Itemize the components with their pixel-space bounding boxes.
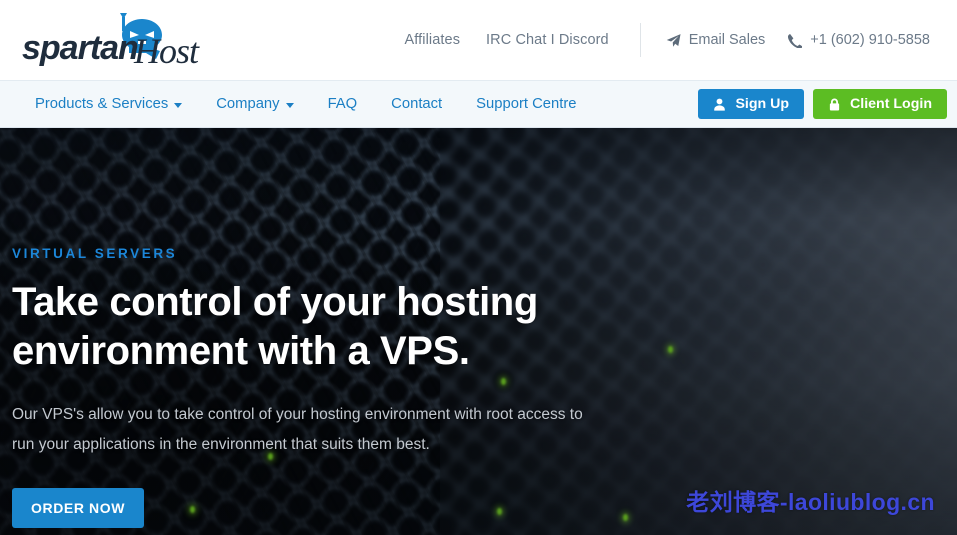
chevron-down-icon	[174, 103, 183, 108]
hero-subtitle: Our VPS's allow you to take control of y…	[12, 406, 583, 453]
phone-icon	[787, 33, 803, 48]
sign-up-button[interactable]: Sign Up	[698, 89, 805, 119]
nav-item-products-services[interactable]: Products & Services	[18, 81, 199, 127]
nav-item-label: Support Centre	[476, 96, 577, 112]
top-bar-divider	[639, 23, 641, 57]
hero-eyebrow: VIRTUAL SERVERS	[12, 246, 178, 261]
watermark: 老刘博客-laoliublog.cn	[686, 489, 935, 515]
hero-content: VIRTUAL SERVERS Take control of your hos…	[12, 128, 652, 535]
nav-item-label: Contact	[391, 96, 443, 112]
nav-action-buttons: Sign Up Client Login	[698, 89, 947, 119]
nav-item-support-centre[interactable]: Support Centre	[459, 81, 593, 127]
order-now-button[interactable]: ORDER NOW	[12, 488, 145, 528]
nav-item-contact[interactable]: Contact	[374, 81, 459, 127]
hero-banner: VIRTUAL SERVERS Take control of your hos…	[0, 128, 957, 535]
top-link-irc-chat-discord[interactable]: IRC Chat I Discord	[473, 32, 622, 48]
nav-item-label: Products & Services	[35, 96, 169, 112]
user-icon	[713, 98, 726, 111]
nav-item-label: FAQ	[327, 96, 358, 112]
paper-plane-icon	[666, 33, 681, 48]
phone-number-link[interactable]: +1 (602) 910-5858	[776, 32, 941, 48]
svg-text:Host: Host	[133, 31, 200, 69]
nav-item-faq[interactable]: FAQ	[311, 81, 375, 127]
client-login-button[interactable]: Client Login	[813, 89, 947, 119]
top-bar: spartan Host Affiliates IRC Chat I Disco…	[0, 0, 957, 80]
main-navigation-bar: Products & Services Company FAQ Contact …	[0, 80, 957, 128]
nav-item-company[interactable]: Company	[199, 81, 310, 127]
email-sales-label: Email Sales	[688, 32, 766, 48]
top-bar-links: Affiliates IRC Chat I Discord Email Sale…	[392, 21, 942, 59]
site-logo[interactable]: spartan Host	[18, 11, 218, 69]
server-led-indicator	[668, 346, 673, 353]
nav-item-list: Products & Services Company FAQ Contact …	[18, 81, 594, 127]
email-sales-link[interactable]: Email Sales	[655, 32, 777, 48]
hero-title: Take control of your hosting environment…	[12, 280, 538, 373]
client-login-label: Client Login	[850, 96, 932, 112]
nav-item-label: Company	[216, 96, 280, 112]
top-link-affiliates[interactable]: Affiliates	[392, 32, 474, 48]
svg-text:spartan: spartan	[22, 29, 138, 67]
spartan-host-logo-graphic: spartan Host	[22, 13, 201, 69]
phone-number-label: +1 (602) 910-5858	[810, 32, 930, 48]
chevron-down-icon	[285, 103, 294, 108]
sign-up-label: Sign Up	[735, 96, 790, 112]
lock-icon	[828, 97, 841, 111]
